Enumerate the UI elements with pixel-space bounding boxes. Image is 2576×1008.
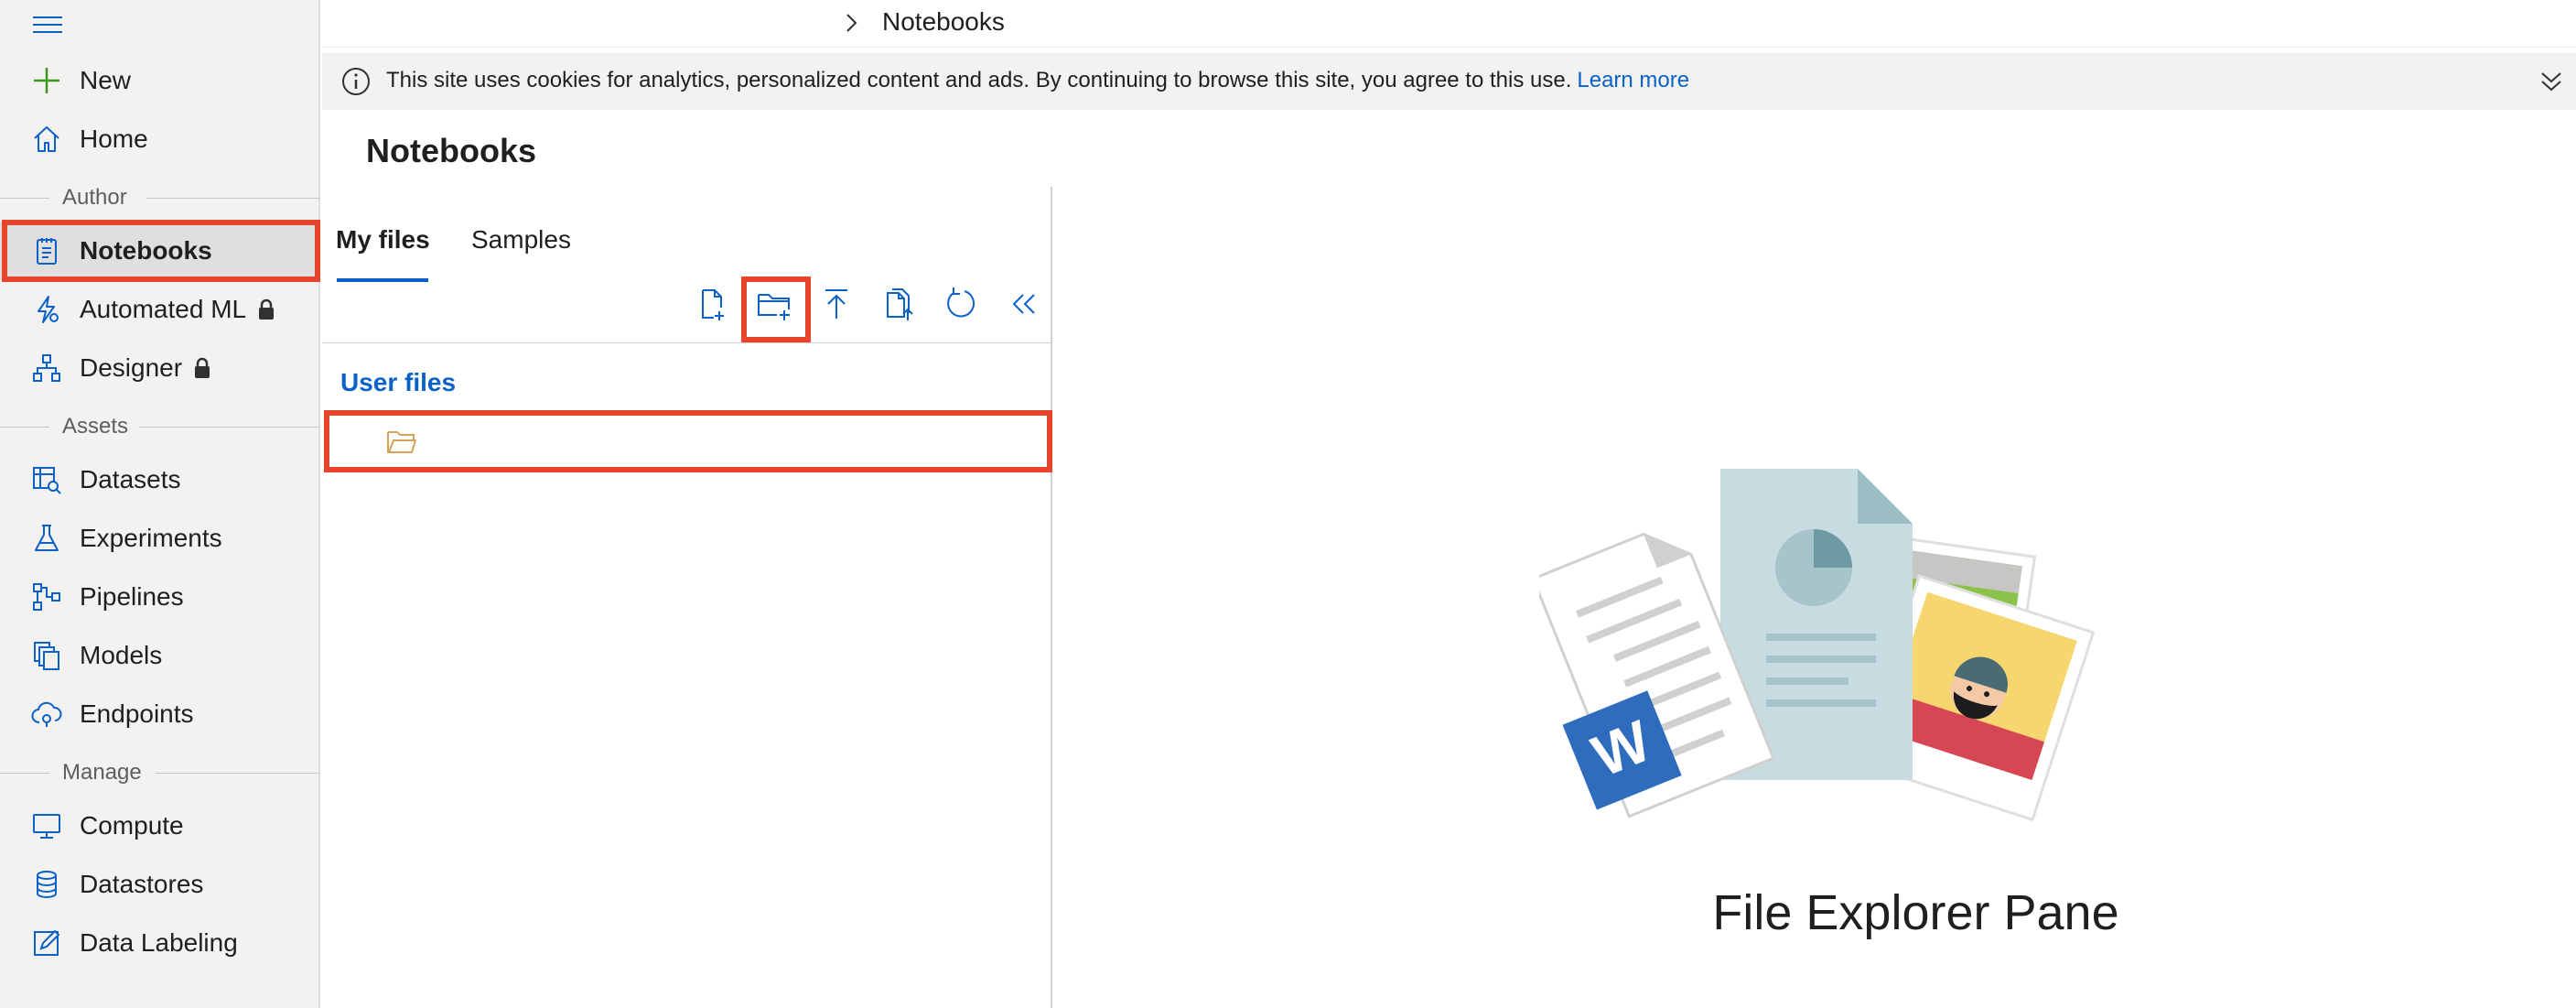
chevron-right-icon [846,14,857,32]
nav-item-label: Datastores [80,870,204,898]
nav-item-label: Home [80,125,148,153]
chevron-down-double-icon[interactable] [2538,68,2565,95]
file-explorer-illustration: W [1539,469,2096,822]
left-nav: New Home Author Notebooks Automated ML D… [0,0,320,1008]
new-file-icon [702,289,724,320]
nav-section-assets: Assets [0,408,320,445]
new-folder-button[interactable] [756,286,792,322]
nav-item-label-text: Automated ML [80,295,247,323]
folder-icon [387,431,416,453]
nav-item-home[interactable]: Home [0,110,320,168]
nav-section-manage: Manage [0,754,320,791]
edit-box-icon [34,929,60,956]
file-explorer-pane: W File Explorer Pane [1054,187,2576,1008]
page-title: Notebooks [366,132,537,169]
upload-icon [825,289,847,319]
nav-item-notebooks[interactable]: Notebooks [0,222,320,280]
folder-list-item[interactable] [328,417,1043,467]
cookie-message: This site uses cookies for analytics, pe… [386,68,1689,93]
lightning-icon [38,296,59,323]
nav-item-label: Models [80,641,163,669]
nav-item-experiments[interactable]: Experiments [0,509,320,568]
nav-item-endpoints[interactable]: Endpoints [0,685,320,743]
cookie-message-text: This site uses cookies for analytics, pe… [386,68,1572,92]
new-file-button[interactable] [694,286,730,322]
home-icon [34,126,59,152]
database-icon [37,871,57,899]
nav-item-label: Pipelines [80,582,184,611]
refresh-button[interactable] [943,286,979,322]
breadcrumb: Notebooks [322,0,2576,48]
collapse-pane-button[interactable] [1005,286,1041,322]
section-label: Assets [62,414,129,439]
nav-item-label: Compute [80,811,184,840]
tab-samples[interactable]: Samples [471,225,571,255]
nav-item-label: Designer [80,353,211,383]
designer-icon [33,354,60,382]
datasets-icon [33,467,61,494]
nav-item-label: Experiments [80,524,222,552]
nav-item-label: Data Labeling [80,928,238,957]
pipeline-icon [33,583,60,611]
nav-item-new[interactable]: New [0,51,320,110]
nav-item-models[interactable]: Models [0,626,320,685]
nav-item-label: Automated ML [80,295,275,324]
collapse-icon [1012,294,1035,314]
lock-icon [195,357,210,378]
file-pane: My files Samples User files [322,187,1052,1008]
plus-icon [34,68,59,93]
endpoint-cloud-icon [31,701,62,727]
learn-more-link[interactable]: Learn more [1577,68,1689,92]
nav-item-compute[interactable]: Compute [0,797,320,855]
nav-section-author: Author [0,179,320,216]
active-tab-indicator [337,278,428,282]
hamburger-menu-icon[interactable] [33,9,64,40]
new-folder-icon [758,294,790,320]
nav-item-automated-ml[interactable]: Automated ML [0,280,320,339]
nav-item-label: Endpoints [80,699,194,728]
section-label: Author [62,185,127,210]
upload-folder-icon [887,288,913,320]
nav-item-label: New [80,66,132,94]
flask-icon [35,525,59,551]
explorer-pane-label-text: File Explorer Pane [1712,885,2119,940]
notebook-icon [37,238,57,265]
tab-my-files[interactable]: My files [336,225,430,255]
cookie-banner: This site uses cookies for analytics, pe… [322,53,2576,110]
info-icon [342,68,370,95]
refresh-icon [947,287,975,318]
user-files-header[interactable]: User files [340,368,456,397]
nav-item-datastores[interactable]: Datastores [0,855,320,914]
nav-item-label-text: Designer [80,353,183,382]
toolbar-divider [322,342,1051,343]
breadcrumb-current[interactable]: Notebooks [882,7,1005,37]
lock-icon [259,298,275,320]
explorer-pane-label: File Explorer Pane [1054,884,2576,941]
nav-item-pipelines[interactable]: Pipelines [0,568,320,626]
upload-folder-button[interactable] [880,286,917,322]
nav-item-datasets[interactable]: Datasets [0,450,320,509]
models-icon [34,642,59,670]
nav-item-designer[interactable]: Designer [0,339,320,397]
section-label: Manage [62,760,142,785]
nav-item-data-labeling[interactable]: Data Labeling [0,914,320,972]
monitor-icon [33,814,60,839]
nav-item-label: Datasets [80,465,181,493]
nav-item-label: Notebooks [80,236,212,265]
upload-button[interactable] [818,286,855,322]
